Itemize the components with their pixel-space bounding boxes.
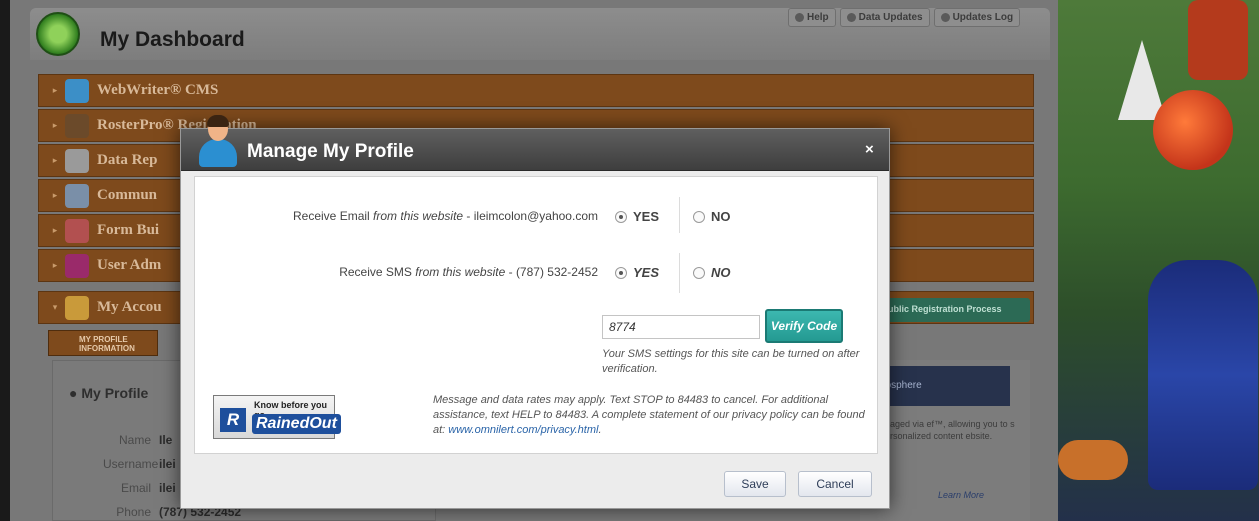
- sms-label-suffix: - (787) 532-2452: [508, 265, 598, 279]
- legal-text: Message and data rates may apply. Text S…: [433, 393, 873, 438]
- menu-label: Form Bui: [97, 222, 160, 238]
- divider: [679, 197, 680, 233]
- stamp-icon: [65, 113, 89, 138]
- sms-yes-radio[interactable]: YES: [615, 265, 659, 280]
- chevron-right-icon: ▸: [52, 120, 58, 130]
- chevron-right-icon: ▸: [52, 225, 58, 235]
- help-link[interactable]: Help: [788, 8, 836, 27]
- left-edge: [0, 0, 10, 521]
- help-label: Help: [807, 12, 829, 23]
- chevron-right-icon: ▸: [52, 260, 58, 270]
- menu-label: WebWriter® CMS: [97, 82, 219, 98]
- sms-label-prefix: Receive SMS: [339, 265, 412, 279]
- soccer-ball-graphic: [1153, 90, 1233, 170]
- sms-row-label: Receive SMS from this website - (787) 53…: [288, 265, 598, 279]
- username-value: ilei: [159, 457, 176, 471]
- radio-selected-icon: [615, 266, 627, 279]
- profile-title: ● My Profile: [69, 385, 148, 401]
- menu-label: Data Rep: [97, 152, 158, 168]
- email-value: ilei: [159, 481, 176, 495]
- verify-code-button[interactable]: Verify Code: [765, 309, 843, 343]
- email-label-italic: from this website: [373, 209, 464, 223]
- email-no-label: NO: [711, 209, 731, 224]
- menu-item-webwriter[interactable]: ▸ WebWriter® CMS: [38, 74, 1034, 107]
- sms-label-italic: from this website: [415, 265, 506, 279]
- chevron-right-icon: ▸: [52, 155, 58, 165]
- user-icon: ●: [69, 385, 82, 401]
- phone-label: Phone: [116, 505, 151, 519]
- radio-selected-icon: [615, 210, 627, 223]
- email-yes-radio[interactable]: YES: [615, 209, 659, 224]
- modal-body: Receive Email from this website - ileimc…: [194, 176, 878, 454]
- learn-more-link[interactable]: Learn More: [938, 490, 984, 500]
- email-label-prefix: Receive Email: [293, 209, 370, 223]
- email-row-label: Receive Email from this website - ileimc…: [288, 209, 598, 223]
- rainedout-brand: RainedOut: [252, 414, 341, 434]
- modal-header: Manage My Profile ×: [181, 115, 889, 171]
- modal-title: Manage My Profile: [247, 141, 414, 162]
- player-graphic: [1148, 260, 1258, 490]
- menu-label: My Accou: [97, 299, 162, 315]
- top-links: Help Data Updates Updates Log: [788, 8, 1021, 27]
- cancel-button[interactable]: Cancel: [798, 471, 872, 497]
- save-button[interactable]: Save: [724, 471, 786, 497]
- name-value: Ile: [159, 433, 173, 447]
- menu-label: Commun: [97, 187, 158, 203]
- webwriter-icon: [65, 78, 89, 103]
- side-card-text: anaged via ef™, allowing you to s person…: [880, 419, 1015, 441]
- verify-note: Your SMS settings for this site can be t…: [602, 348, 860, 375]
- radio-unselected-icon: [693, 266, 705, 279]
- help-icon: [795, 13, 804, 22]
- email-no-radio[interactable]: NO: [693, 209, 731, 224]
- chevron-down-icon: ▾: [52, 302, 58, 312]
- avatar-body: [199, 139, 237, 167]
- email-label-suffix: - ileimcolon@yahoo.com: [466, 209, 598, 223]
- user-admin-icon: [65, 253, 89, 278]
- radio-unselected-icon: [693, 210, 705, 223]
- rainedout-logo: R Know before you go RainedOut: [213, 395, 341, 439]
- data-updates-label: Data Updates: [858, 12, 923, 23]
- sms-no-label: NO: [711, 265, 731, 280]
- profile-title-text: My Profile: [81, 385, 149, 401]
- dashboard-logo-icon: [36, 12, 80, 56]
- chevron-right-icon: ▸: [52, 85, 58, 95]
- data-updates-link[interactable]: Data Updates: [839, 8, 930, 27]
- tab-my-profile-information[interactable]: MY PROFILE INFORMATION: [48, 330, 158, 356]
- user-avatar-icon: [199, 115, 237, 169]
- bell-icon: [846, 13, 856, 22]
- divider: [679, 253, 680, 293]
- player-leg-graphic: [1188, 0, 1248, 80]
- rainedout-r-icon: R: [220, 408, 246, 432]
- email-label: Email: [120, 481, 151, 495]
- name-label: Name: [118, 433, 151, 447]
- username-label: Username: [103, 457, 159, 471]
- legal-end: .: [598, 424, 602, 436]
- info-icon: [940, 13, 950, 22]
- privacy-link[interactable]: www.omnilert.com/privacy.html: [448, 424, 598, 436]
- account-icon: [65, 295, 89, 320]
- sms-yes-label: YES: [633, 265, 660, 280]
- document-icon: [65, 148, 89, 173]
- email-yes-label: YES: [633, 209, 660, 224]
- chevron-right-icon: ▸: [52, 190, 58, 200]
- updates-log-label: Updates Log: [952, 12, 1014, 23]
- manage-profile-modal: Manage My Profile × Receive Email from t…: [180, 115, 890, 509]
- menu-label: User Adm: [97, 257, 162, 273]
- close-icon[interactable]: ×: [865, 141, 874, 158]
- avatar-hair: [207, 115, 229, 127]
- form-icon: [65, 218, 89, 243]
- dashboard-title: My Dashboard: [100, 28, 245, 51]
- megaphone-icon: [65, 183, 89, 208]
- updates-log-link[interactable]: Updates Log: [933, 8, 1021, 27]
- shoe-graphic: [1058, 440, 1128, 480]
- sms-no-radio[interactable]: NO: [693, 265, 731, 280]
- background-photo: [1058, 0, 1259, 521]
- verification-code-input[interactable]: [602, 315, 760, 339]
